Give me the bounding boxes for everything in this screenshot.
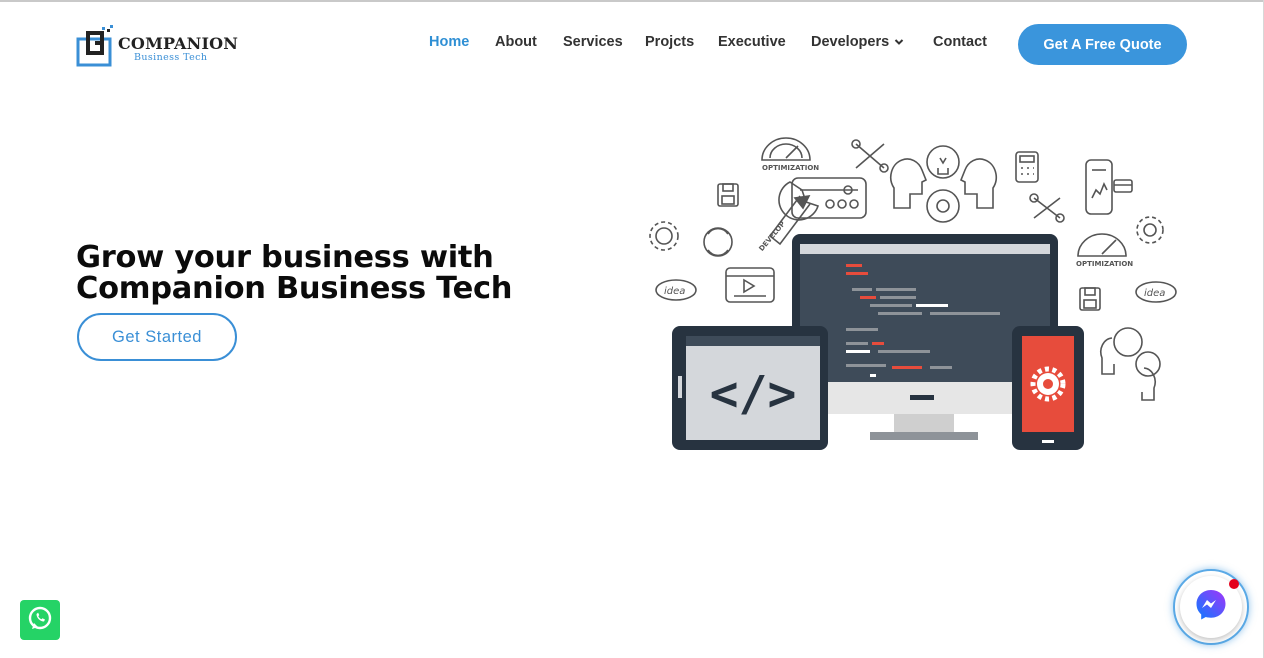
hero-title-line-1: Grow your business with xyxy=(76,240,494,275)
calculator-icon xyxy=(1015,151,1039,183)
hero-illustration: OPTIMIZATION OPTIMIZATION DEVELOP idea i… xyxy=(640,130,1200,460)
optimization-gauge-icon xyxy=(761,137,811,161)
video-player-icon xyxy=(725,267,775,303)
site-logo[interactable]: COMPANION Business Tech xyxy=(76,24,238,68)
nav-executive[interactable]: Executive xyxy=(718,34,786,50)
tools-icon xyxy=(851,139,889,173)
nav-developers-label: Developers xyxy=(811,34,890,50)
nav-home[interactable]: Home xyxy=(429,34,469,50)
optimization-label: OPTIMIZATION xyxy=(762,164,819,172)
nav-services[interactable]: Services xyxy=(563,34,623,50)
nav-about[interactable]: About xyxy=(495,34,537,50)
brainstorm-heads-icon xyxy=(890,145,997,223)
notification-dot xyxy=(1229,579,1239,589)
nav-developers-dropdown[interactable]: Developers xyxy=(811,34,904,50)
nav-projects[interactable]: Projcts xyxy=(645,34,694,50)
code-glyph: </> xyxy=(710,366,797,422)
logo-mark-icon xyxy=(76,25,116,67)
tablet-code-icon: </> xyxy=(672,326,828,450)
mobile-analytics-icon xyxy=(1085,159,1133,215)
hero-title: Grow your business with Companion Busine… xyxy=(76,242,596,304)
whatsapp-icon xyxy=(26,604,54,637)
tools-right-icon xyxy=(1029,193,1065,223)
sync-code-icon xyxy=(703,227,733,257)
gear-icon-right xyxy=(1136,216,1164,244)
get-free-quote-button[interactable]: Get A Free Quote xyxy=(1018,24,1187,65)
optimization-label-right: OPTIMIZATION xyxy=(1076,260,1133,268)
nav-contact[interactable]: Contact xyxy=(933,34,987,50)
floppy-disk-icon-right xyxy=(1079,287,1101,311)
gear-icon-left xyxy=(649,221,679,251)
hero-title-line-2: Companion Business Tech xyxy=(76,271,513,306)
messenger-icon xyxy=(1194,588,1228,627)
develop-label: DEVELOP xyxy=(758,220,787,253)
phone-settings-icon xyxy=(1012,326,1084,450)
floppy-disk-icon xyxy=(717,183,739,207)
logo-name: COMPANION xyxy=(118,33,239,53)
top-border xyxy=(0,0,1264,2)
optimization-gauge-icon-right xyxy=(1077,233,1127,257)
logo-tagline: Business Tech xyxy=(134,51,208,63)
idea-label-left: idea xyxy=(664,286,685,297)
get-started-button[interactable]: Get Started xyxy=(77,313,237,361)
whatsapp-button[interactable] xyxy=(20,600,60,640)
chevron-down-icon xyxy=(894,34,904,50)
idea-heads-icon xyxy=(1100,327,1161,401)
idea-label-right: idea xyxy=(1144,288,1165,299)
